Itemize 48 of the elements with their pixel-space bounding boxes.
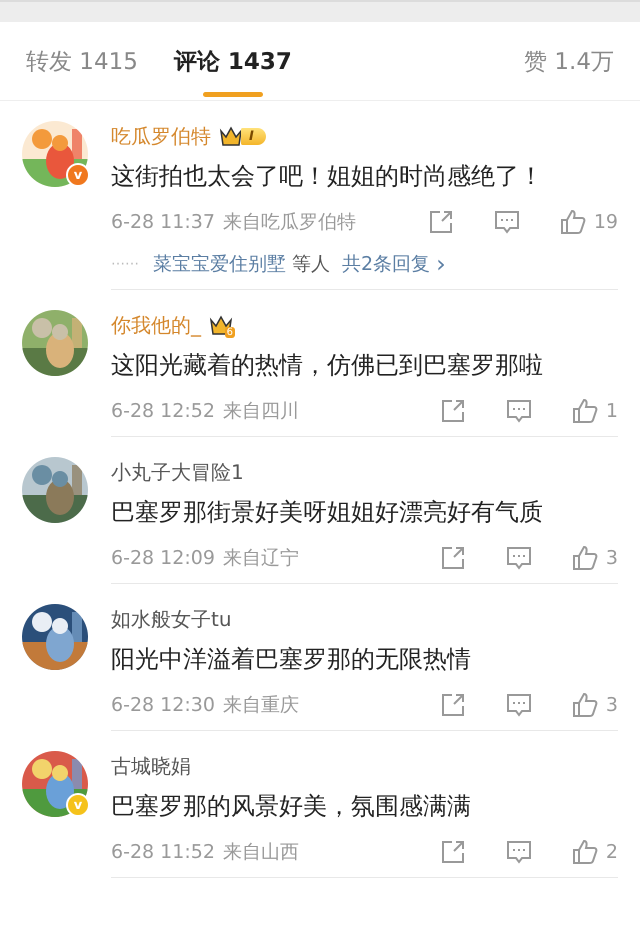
level-badge: 6: [224, 327, 235, 338]
tab[interactable]: 赞 1.4万: [524, 22, 614, 100]
comment-time: 6-28 11:52: [111, 841, 215, 863]
verified-badge: v: [66, 163, 90, 187]
comment-text: 巴塞罗那街景好美呀姐姐好漂亮好有气质: [111, 497, 544, 528]
comment-source: 来自山西: [222, 840, 299, 865]
share-icon[interactable]: [440, 398, 466, 424]
comment-source: 来自辽宁: [222, 546, 299, 571]
like-button[interactable]: 2: [572, 839, 618, 865]
like-button[interactable]: 3: [572, 545, 618, 571]
level-badge: I: [241, 128, 266, 144]
comment-source: 来自四川: [222, 399, 299, 424]
comment-text: 这阳光藏着的热情，仿佛已到巴塞罗那啦: [111, 350, 544, 381]
crown-icon: [219, 125, 243, 147]
comment-text: 巴塞罗那的风景好美，氛围感满满: [111, 791, 472, 822]
comment-icon[interactable]: [494, 209, 520, 235]
comment-time: 6-28 12:09: [111, 547, 215, 569]
comment-icon[interactable]: [506, 839, 532, 865]
comment-time: 6-28 11:37: [111, 211, 215, 233]
user-name[interactable]: 如水般女子tu: [111, 606, 232, 632]
comment-icon[interactable]: [506, 545, 532, 571]
user-name[interactable]: 小丸子大冒险1: [111, 458, 244, 486]
share-icon[interactable]: [440, 545, 466, 571]
comment-time: 6-28 12:30: [111, 694, 215, 716]
share-icon[interactable]: [428, 209, 454, 235]
dots-text: ⋯⋯: [111, 256, 139, 272]
share-icon[interactable]: [440, 839, 466, 865]
verified-badge: v: [66, 793, 90, 817]
comment-text: 阳光中洋溢着巴塞罗那的无限热情: [111, 644, 472, 675]
user-name[interactable]: 吃瓜罗伯特: [111, 122, 211, 150]
like-button[interactable]: 19: [560, 209, 618, 235]
reply-suffix: 等人: [292, 252, 330, 277]
comment-time: 6-28 12:52: [111, 400, 215, 422]
comment-icon[interactable]: [506, 692, 532, 718]
comment-source: 来自吃瓜罗伯特: [222, 210, 356, 235]
tab[interactable]: 评论 1437: [174, 22, 292, 100]
tab[interactable]: 转发 1415: [26, 22, 138, 100]
reply-count-link[interactable]: 共2条回复: [342, 251, 430, 277]
chevron-icon[interactable]: ›: [436, 250, 446, 278]
like-button[interactable]: 3: [572, 692, 618, 718]
share-icon[interactable]: [440, 692, 466, 718]
comment-text: 这街拍也太会了吧！姐姐的时尚感绝了！: [111, 161, 544, 192]
user-name[interactable]: 古城晓娟: [111, 752, 191, 780]
reply-user-link[interactable]: 菜宝宝爱住别墅: [153, 251, 286, 277]
like-button[interactable]: 1: [572, 398, 618, 424]
user-name[interactable]: 你我他的_: [111, 312, 201, 338]
comment-source: 来自重庆: [222, 693, 299, 718]
comment-icon[interactable]: [506, 398, 532, 424]
